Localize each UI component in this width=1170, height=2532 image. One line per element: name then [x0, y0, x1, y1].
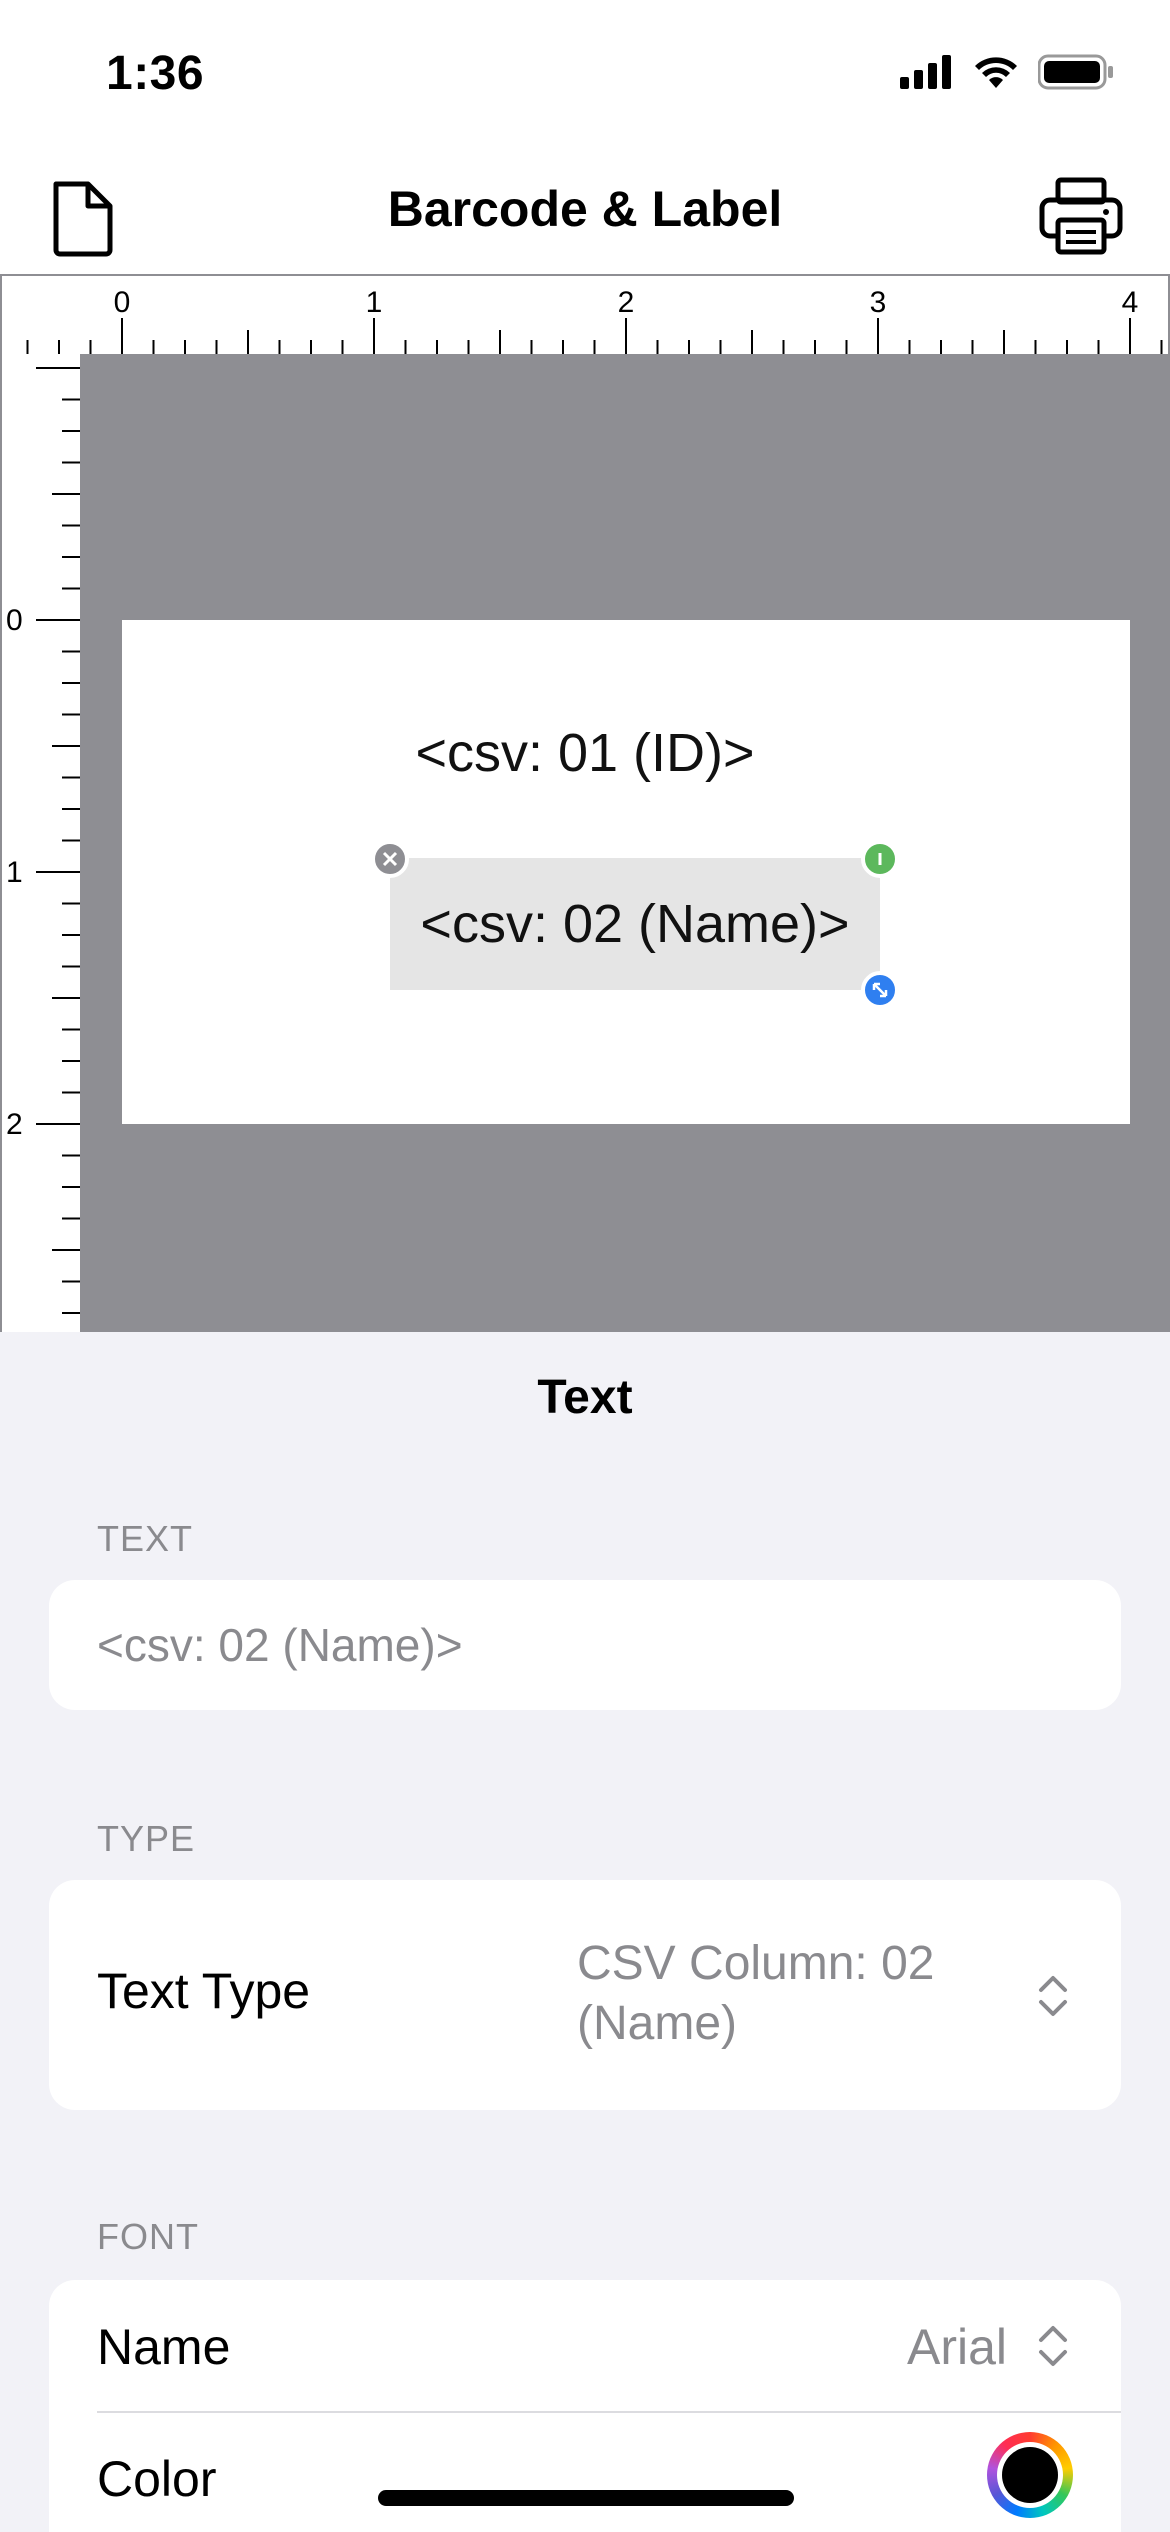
color-well-ring	[997, 2442, 1063, 2508]
home-indicator	[378, 2490, 794, 2506]
status-icons	[900, 54, 1114, 90]
section-header-font: FONT	[97, 2216, 199, 2257]
chevron-up-down-icon	[1039, 2326, 1067, 2366]
text-input-placeholder: <csv: 02 (Name)>	[97, 1619, 463, 1671]
ruler-top-label: 2	[618, 286, 635, 319]
ruler-left-label: 1	[6, 856, 23, 889]
page-title: Barcode & Label	[387, 181, 783, 237]
info-icon	[878, 853, 882, 865]
label-text-item-name-selected[interactable]: <csv: 02 (Name)>	[390, 858, 880, 990]
text-input-field[interactable]: <csv: 02 (Name)>	[49, 1580, 1121, 1710]
font-name-label: Name	[97, 2319, 231, 2375]
ruler-left-label: 0	[6, 604, 23, 637]
wifi-icon	[975, 57, 1017, 88]
print-button[interactable]	[1038, 176, 1124, 256]
battery-icon	[1038, 54, 1113, 90]
ruler-top-label: 4	[1122, 286, 1139, 319]
close-icon	[382, 851, 398, 867]
printer-icon	[1039, 177, 1123, 255]
status-time: 1:36	[106, 47, 205, 100]
horizontal-ruler-ticks: 0 1 2 3 4	[26, 286, 1163, 354]
section-header-text: TEXT	[97, 1518, 194, 1559]
delete-item-handle[interactable]	[371, 840, 409, 878]
text-type-label: Text Type	[97, 1963, 311, 2019]
sheet-title: Text	[537, 1371, 633, 1424]
text-type-value: CSV Column: 02 (Name)	[577, 1937, 935, 2050]
color-picker-well[interactable]	[987, 2432, 1073, 2518]
ruler-top-label: 1	[366, 286, 383, 319]
ruler-left-label: 2	[6, 1108, 23, 1141]
chevron-up-down-icon	[1039, 1976, 1067, 2016]
status-bar: 1:36	[0, 0, 1170, 140]
text-type-picker[interactable]: Text Type CSV Column: 02 (Name)	[49, 1880, 1121, 2110]
vertical-ruler-ticks: 0 1 2	[6, 367, 80, 1314]
ruler-top-label: 3	[870, 286, 887, 319]
cellular-signal-icon	[900, 55, 951, 89]
vertical-ruler: 0 1 2	[0, 354, 80, 1332]
label-text-item-id[interactable]: <csv: 01 (ID)>	[0, 722, 1170, 784]
info-item-handle[interactable]	[861, 840, 899, 878]
section-header-type: TYPE	[97, 1818, 196, 1859]
resize-item-handle[interactable]	[861, 971, 899, 1009]
font-name-value[interactable]: Arial	[907, 2318, 1007, 2376]
nav-bar: Barcode & Label	[0, 140, 1170, 274]
font-color-label: Color	[97, 2451, 217, 2507]
resize-arrows-icon	[872, 982, 888, 998]
ruler-top-label: 0	[114, 286, 131, 319]
horizontal-ruler: 0 1 2 3 4	[0, 274, 1170, 354]
selected-color-swatch	[1002, 2447, 1058, 2503]
row-divider	[97, 2411, 1121, 2413]
